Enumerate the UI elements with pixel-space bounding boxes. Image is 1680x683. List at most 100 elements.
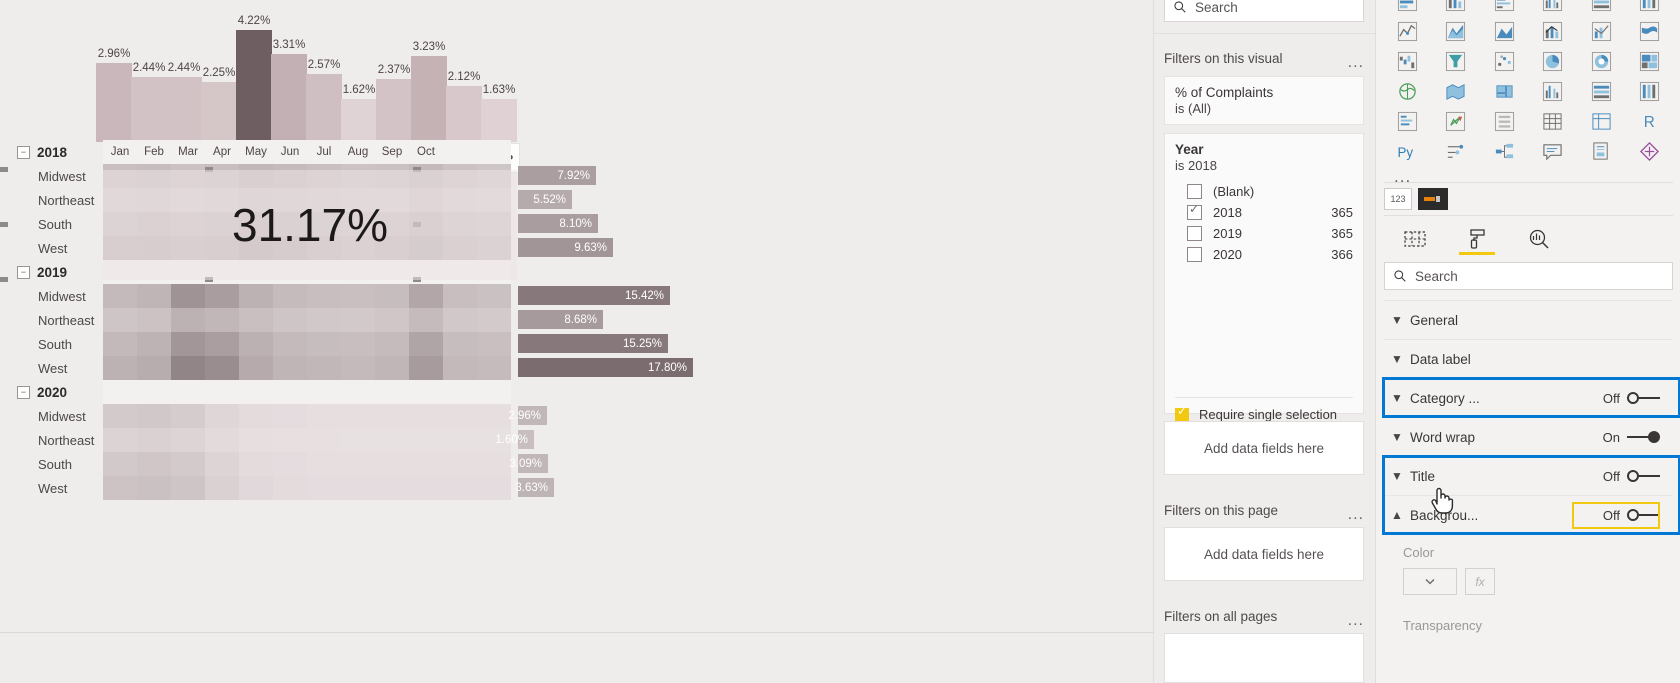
matrix-row-header[interactable]: South (0, 452, 103, 476)
heatmap-cell[interactable] (341, 452, 375, 476)
filled-map-icon[interactable] (1433, 78, 1480, 105)
ribbon-chart-icon[interactable] (1627, 18, 1674, 45)
heatmap-cell[interactable] (477, 308, 511, 332)
heatmap-cell[interactable] (103, 428, 137, 452)
filters-visual-more-icon[interactable]: ... (1348, 55, 1364, 71)
all-pages-filters-dropzone[interactable] (1164, 633, 1364, 683)
heatmap-cell[interactable] (307, 452, 341, 476)
matrix-year-group-header[interactable]: −2019 (0, 260, 103, 284)
filters-pane[interactable]: Search Filters on this visual ... % of C… (1153, 0, 1376, 683)
heatmap-cell[interactable] (409, 284, 443, 308)
heatmap-cell[interactable] (239, 332, 273, 356)
bar-column[interactable]: 2.44%Feb (131, 26, 167, 164)
matrix-data-bar[interactable]: 9.63% (518, 238, 613, 257)
format-toggle-switch[interactable] (1627, 469, 1661, 483)
numeric-range-tile-icon[interactable]: 123 (1384, 188, 1412, 210)
heatmap-cell[interactable] (443, 356, 477, 380)
bar-column[interactable]: 2.44%Mar (166, 26, 202, 164)
visual-type-row[interactable]: 123 (1384, 188, 1448, 210)
matrix-row-header[interactable]: Midwest (0, 284, 103, 308)
expander-icon[interactable]: − (17, 265, 30, 279)
chevron-down-icon[interactable]: ▼ (1384, 391, 1410, 405)
visual-filters-dropzone[interactable]: Add data fields here (1164, 421, 1364, 475)
tab-fields[interactable] (1384, 222, 1446, 256)
matrix-row-header[interactable]: West (0, 236, 103, 260)
bar-rect[interactable] (481, 99, 517, 142)
heatmap-cell[interactable] (307, 476, 341, 500)
100-stacked-column-icon[interactable] (1627, 0, 1674, 15)
matrix-year-group-header[interactable]: −2018 (0, 140, 103, 164)
heatmap-cell[interactable] (409, 332, 443, 356)
format-pane-tabs[interactable] (1384, 222, 1673, 256)
heatmap-cell[interactable] (375, 308, 409, 332)
format-section-data-label[interactable]: ▼ Data label (1384, 339, 1673, 378)
matrix-row-header[interactable]: Midwest (0, 404, 103, 428)
year-filter-item-list[interactable]: (Blank) 2018 365 2019 365 2020 366 (1165, 181, 1363, 265)
background-color-dropdown[interactable] (1403, 568, 1457, 595)
matrix-row-header[interactable]: South (0, 332, 103, 356)
heatmap-cell[interactable] (239, 404, 273, 428)
heatmap-cell[interactable] (239, 284, 273, 308)
stacked-bar-chart-icon[interactable] (1384, 0, 1431, 15)
heatmap-cell[interactable] (103, 332, 137, 356)
heatmap-cell[interactable] (273, 332, 307, 356)
year-filter-item[interactable]: 2019 365 (1165, 223, 1363, 244)
heatmap-cell[interactable] (205, 452, 239, 476)
arcgis-map-icon[interactable] (1530, 78, 1577, 105)
chevron-down-icon[interactable]: ▼ (1384, 469, 1410, 483)
get-more-visuals-icon[interactable] (1627, 138, 1674, 165)
bar-rect[interactable] (201, 82, 237, 142)
format-toggle-switch[interactable] (1627, 430, 1661, 444)
matrix-row-header[interactable]: South (0, 212, 103, 236)
heatmap-cell[interactable] (307, 308, 341, 332)
heatmap-cell[interactable] (137, 452, 171, 476)
heatmap-cell[interactable] (103, 308, 137, 332)
heatmap-cell[interactable] (341, 404, 375, 428)
heatmap-cell[interactable] (103, 284, 137, 308)
heatmap-cell[interactable] (375, 284, 409, 308)
report-canvas[interactable]: 2.96%Jan2.44%Feb2.44%Mar2.25%Apr4.22%May… (0, 0, 1153, 683)
heatmap-cell[interactable] (171, 452, 205, 476)
bar-rect[interactable] (131, 77, 167, 142)
heatmap-cell[interactable] (443, 332, 477, 356)
bar-column[interactable]: 1.62%Aug (341, 26, 377, 164)
heatmap-cell[interactable] (205, 428, 239, 452)
paginated-report-icon[interactable] (1578, 138, 1625, 165)
matrix-data-bar[interactable]: 7.92% (518, 166, 596, 185)
heatmap-cell[interactable] (477, 284, 511, 308)
matrix-row-header[interactable]: Northeast (0, 308, 103, 332)
year-filter-item[interactable]: 2020 366 (1165, 244, 1363, 265)
matrix-row-header[interactable]: Midwest (0, 164, 103, 188)
card-icon[interactable] (1627, 78, 1674, 105)
chevron-up-icon[interactable]: ▲ (1384, 508, 1410, 522)
format-section-general[interactable]: ▼ General (1384, 300, 1673, 339)
bar-rect[interactable] (411, 56, 447, 142)
line-stacked-column-icon[interactable] (1530, 18, 1577, 45)
heatmap-cell[interactable] (103, 356, 137, 380)
heatmap-cell[interactable] (171, 284, 205, 308)
heatmap-cell[interactable] (375, 332, 409, 356)
heatmap-cell[interactable] (477, 404, 511, 428)
filters-search-input[interactable]: Search (1164, 0, 1364, 22)
heatmap-cell[interactable] (205, 356, 239, 380)
heatmap-cell[interactable] (239, 428, 273, 452)
kpi-icon[interactable] (1433, 108, 1480, 135)
bar-rect[interactable] (376, 79, 412, 142)
stacked-column-chart-icon[interactable] (1433, 0, 1480, 15)
clustered-bar-chart-icon[interactable] (1481, 0, 1528, 15)
chevron-down-icon[interactable]: ▼ (1384, 352, 1410, 366)
filters-page-more-icon[interactable]: ... (1348, 507, 1364, 523)
heatmap-cell[interactable] (375, 476, 409, 500)
selection-handle[interactable] (0, 277, 8, 282)
heatmap-cell[interactable] (137, 428, 171, 452)
area-chart-icon[interactable] (1433, 18, 1480, 45)
heatmap-cell[interactable] (409, 452, 443, 476)
filter-card-year[interactable]: Year is 2018 (Blank) 2018 365 2019 365 2020 36… (1164, 133, 1364, 422)
bar-column[interactable]: 3.31%Jun (271, 26, 307, 164)
format-search-input[interactable]: Search (1384, 262, 1673, 290)
heatmap-cell[interactable] (273, 476, 307, 500)
heatmap-cell[interactable] (273, 356, 307, 380)
heatmap-cell[interactable] (239, 308, 273, 332)
format-section-category[interactable]: ▼ Category ... Off (1384, 378, 1673, 417)
year-filter-item[interactable]: (Blank) (1165, 181, 1363, 202)
